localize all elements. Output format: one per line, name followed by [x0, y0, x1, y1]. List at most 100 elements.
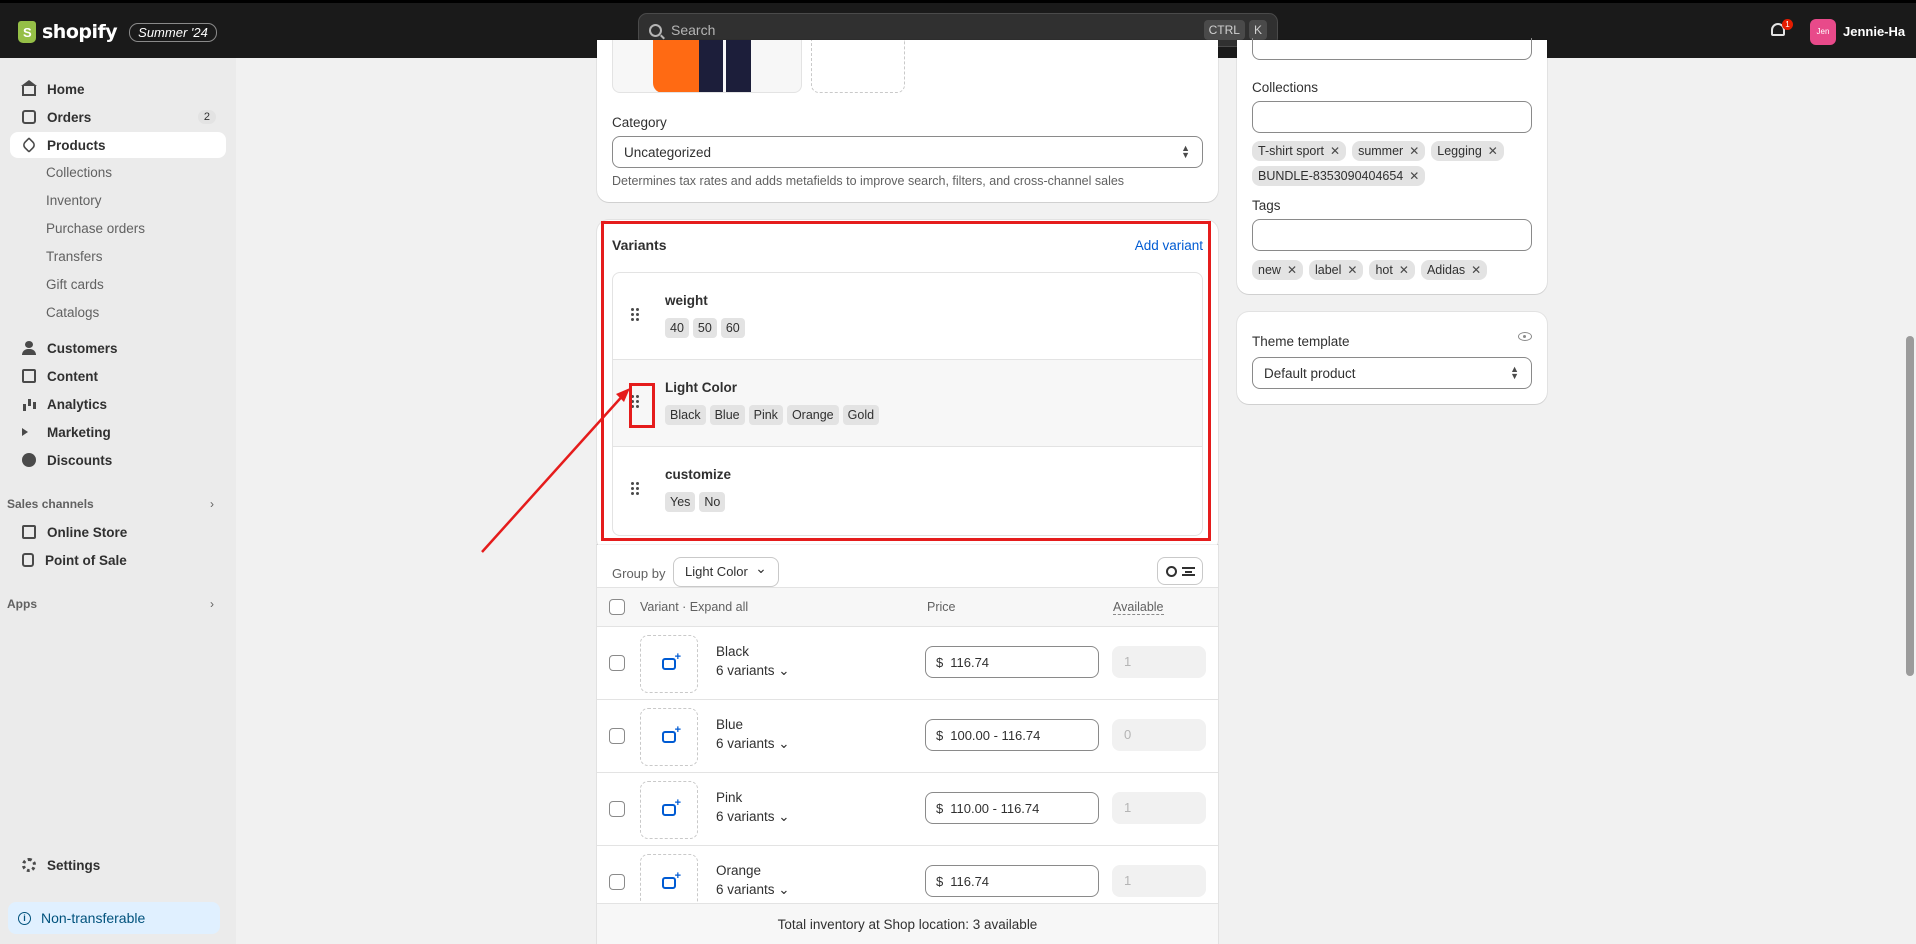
discount-icon [22, 453, 36, 467]
sidebar-item-content[interactable]: Content [10, 363, 226, 389]
sidebar-subitem-gift-cards[interactable]: Gift cards [46, 277, 104, 292]
collection-tag: Legging ✕ [1431, 141, 1504, 161]
inventory-total-footer: Total inventory at Shop location: 3 avai… [597, 903, 1218, 944]
remove-icon[interactable]: ✕ [1347, 263, 1357, 277]
remove-icon[interactable]: ✕ [1399, 263, 1409, 277]
variant-count-toggle[interactable]: 6 variants ⌄ [716, 809, 790, 825]
user-name[interactable]: Jennie-Ha [1843, 24, 1905, 39]
notifications-button[interactable]: 1 [1770, 19, 1793, 40]
avatar[interactable]: Jen [1810, 19, 1836, 45]
variant-group-name: Black [716, 644, 750, 659]
media-category-card: Category Uncategorized ▲ ▼ Determines tax… [597, 40, 1218, 202]
select-all-checkbox[interactable] [609, 599, 625, 615]
remove-icon[interactable]: ✕ [1409, 169, 1419, 183]
remove-icon[interactable]: ✕ [1287, 263, 1297, 277]
group-by-select[interactable]: Light Color [673, 554, 779, 587]
remove-icon[interactable]: ✕ [1409, 144, 1419, 158]
shopify-logo[interactable]: shopify Summer '24 [18, 21, 217, 43]
sidebar-item-marketing[interactable]: Marketing [10, 419, 226, 445]
price-field[interactable]: $100.00 - 116.74 [925, 719, 1099, 751]
sidebar-item-products[interactable]: Products [10, 132, 226, 158]
image-add-icon [662, 797, 681, 816]
sidebar-item-orders[interactable]: Orders 2 [10, 104, 226, 130]
chevron-right-icon[interactable]: › [210, 597, 214, 611]
price-field[interactable]: $110.00 - 116.74 [925, 792, 1099, 824]
gear-icon [22, 858, 36, 872]
sidebar-subitem-collections[interactable]: Collections [46, 165, 112, 180]
shopify-bag-icon [18, 21, 36, 43]
sidebar-item-discounts[interactable]: Discounts [10, 447, 226, 473]
sales-channels-heading[interactable]: Sales channels [7, 497, 94, 511]
table-row[interactable]: Blue 6 variants ⌄ $100.00 - 116.74 0 [597, 700, 1218, 773]
apps-heading[interactable]: Apps [7, 597, 37, 611]
sidebar-item-customers[interactable]: Customers [10, 335, 226, 361]
collection-tag: BUNDLE-8353090404654 ✕ [1252, 166, 1426, 186]
theme-template-select[interactable]: Default product ▲ ▼ [1252, 357, 1532, 389]
product-tag: hot ✕ [1369, 260, 1415, 280]
column-variant[interactable]: Variant · Expand all [640, 600, 748, 614]
sidebar-subitem-catalogs[interactable]: Catalogs [46, 305, 99, 320]
page-scrollbar[interactable] [1904, 58, 1916, 944]
sidebar-item-home[interactable]: Home [10, 76, 226, 102]
price-field[interactable]: $116.74 [925, 646, 1099, 678]
remove-icon[interactable]: ✕ [1488, 144, 1498, 158]
search-filter-button[interactable] [1157, 557, 1203, 585]
collections-label: Collections [1252, 80, 1319, 95]
sidebar-item-settings[interactable]: Settings [10, 852, 226, 878]
collection-tag: summer ✕ [1352, 141, 1426, 161]
product-organization-card: Collections T-shirt sport ✕ summer ✕ Leggi… [1237, 38, 1547, 294]
variant-count-toggle[interactable]: 6 variants ⌄ [716, 736, 790, 752]
product-tag: new ✕ [1252, 260, 1303, 280]
sidebar-item-label: Analytics [47, 396, 108, 412]
sidebar-item-label: Settings [47, 857, 101, 873]
sidebar-subitem-purchase-orders[interactable]: Purchase orders [46, 221, 145, 236]
collections-input[interactable] [1252, 101, 1532, 133]
scrollbar-thumb[interactable] [1906, 336, 1914, 676]
brand-name: shopify [42, 21, 118, 43]
sidebar-subitem-inventory[interactable]: Inventory [46, 193, 102, 208]
row-checkbox[interactable] [609, 801, 625, 817]
add-image-button[interactable] [640, 781, 698, 839]
annotation-arrow [481, 388, 630, 553]
add-image-button[interactable] [640, 708, 698, 766]
category-select[interactable]: Uncategorized ▲ ▼ [612, 136, 1203, 168]
chevron-down-icon: ⌄ [778, 663, 790, 678]
sidebar-item-label: Discounts [47, 452, 113, 468]
select-chevron-icon: ▲ ▼ [1510, 364, 1519, 381]
sidebar-item-analytics[interactable]: Analytics [10, 391, 226, 417]
variant-group-name: Blue [716, 717, 744, 732]
product-image[interactable] [612, 40, 802, 93]
search-icon [1165, 565, 1177, 577]
product-type-input[interactable] [1252, 38, 1532, 60]
eye-icon[interactable] [1518, 332, 1532, 341]
annotation-highlight-variants [601, 221, 1211, 541]
available-field: 1 [1112, 792, 1206, 824]
sidebar-item-online-store[interactable]: Online Store [10, 519, 226, 545]
add-media-dropzone[interactable] [811, 40, 905, 93]
non-transferable-notice[interactable]: i Non-transferable [8, 902, 220, 934]
variant-count-toggle[interactable]: 6 variants ⌄ [716, 882, 790, 898]
sidebar-subitem-transfers[interactable]: Transfers [46, 249, 103, 264]
tags-label: Tags [1252, 198, 1281, 213]
sidebar-item-point-of-sale[interactable]: Point of Sale [10, 547, 226, 573]
remove-icon[interactable]: ✕ [1330, 144, 1340, 158]
notice-label: Non-transferable [41, 910, 146, 926]
available-field: 1 [1112, 646, 1206, 678]
sidebar-item-label: Customers [47, 340, 118, 356]
available-field: 0 [1112, 719, 1206, 751]
row-checkbox[interactable] [609, 728, 625, 744]
price-field[interactable]: $116.74 [925, 865, 1099, 897]
image-add-icon [662, 724, 681, 743]
tags-input[interactable] [1252, 219, 1532, 251]
group-by-label: Group by [612, 566, 666, 581]
table-row[interactable]: Pink 6 variants ⌄ $110.00 - 116.74 1 [597, 773, 1218, 846]
variant-count-toggle[interactable]: 6 variants ⌄ [716, 663, 790, 679]
table-row[interactable]: Black 6 variants ⌄ $116.74 1 [597, 627, 1218, 700]
product-tag: Adidas ✕ [1420, 260, 1488, 280]
row-checkbox[interactable] [609, 655, 625, 671]
chevron-right-icon[interactable]: › [210, 497, 214, 511]
row-checkbox[interactable] [609, 874, 625, 890]
add-image-button[interactable] [640, 635, 698, 693]
remove-icon[interactable]: ✕ [1471, 263, 1481, 277]
bar-chart-icon [22, 397, 36, 411]
